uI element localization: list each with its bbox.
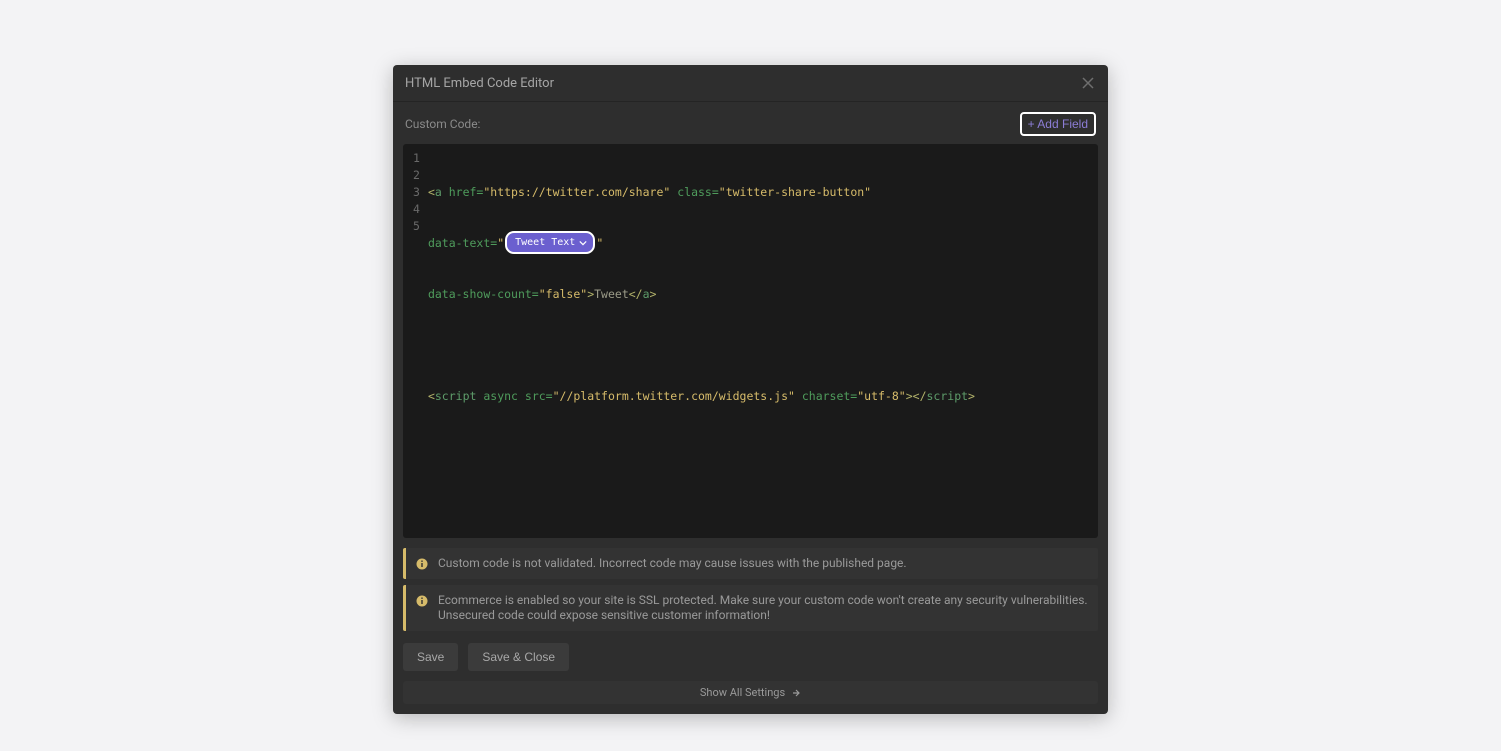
add-field-button[interactable]: + Add Field (1020, 112, 1096, 136)
code-line (428, 337, 1090, 354)
notice-ecommerce: Ecommerce is enabled so your site is SSL… (403, 585, 1098, 631)
save-close-button[interactable]: Save & Close (468, 643, 569, 671)
field-chip-tweet-text[interactable]: Tweet Text (505, 231, 595, 254)
save-button[interactable]: Save (403, 643, 458, 671)
line-number: 4 (413, 201, 420, 218)
code-content[interactable]: <a href="https://twitter.com/share" clas… (428, 144, 1098, 538)
notice-text: Ecommerce is enabled so your site is SSL… (438, 593, 1088, 623)
code-line: data-text="Tweet Text" (428, 235, 1090, 252)
custom-code-label: Custom Code: (405, 117, 480, 131)
subheader: Custom Code: + Add Field (393, 102, 1108, 144)
info-icon (416, 595, 428, 607)
line-number: 2 (413, 167, 420, 184)
chevron-down-icon (579, 239, 587, 247)
action-row: Save Save & Close (393, 637, 1108, 681)
line-number: 5 (413, 218, 420, 235)
show-all-label: Show All Settings (700, 686, 785, 699)
html-embed-modal: HTML Embed Code Editor Custom Code: + Ad… (393, 65, 1108, 714)
line-gutter: 1 2 3 4 5 (403, 144, 428, 538)
code-line: <script async src="//platform.twitter.co… (428, 388, 1090, 405)
code-editor[interactable]: 1 2 3 4 5 <a href="https://twitter.com/s… (403, 144, 1098, 538)
info-icon (416, 558, 428, 570)
close-icon[interactable] (1080, 75, 1096, 91)
modal-title: HTML Embed Code Editor (405, 76, 554, 91)
chip-label: Tweet Text (515, 234, 575, 251)
show-all-settings-button[interactable]: Show All Settings (403, 681, 1098, 704)
code-line: <a href="https://twitter.com/share" clas… (428, 184, 1090, 201)
arrow-right-icon (791, 688, 801, 698)
notice-text: Custom code is not validated. Incorrect … (438, 556, 907, 571)
line-number: 3 (413, 184, 420, 201)
code-line: data-show-count="false">Tweet</a> (428, 286, 1090, 303)
modal-header: HTML Embed Code Editor (393, 65, 1108, 102)
notice-validation: Custom code is not validated. Incorrect … (403, 548, 1098, 579)
line-number: 1 (413, 150, 420, 167)
